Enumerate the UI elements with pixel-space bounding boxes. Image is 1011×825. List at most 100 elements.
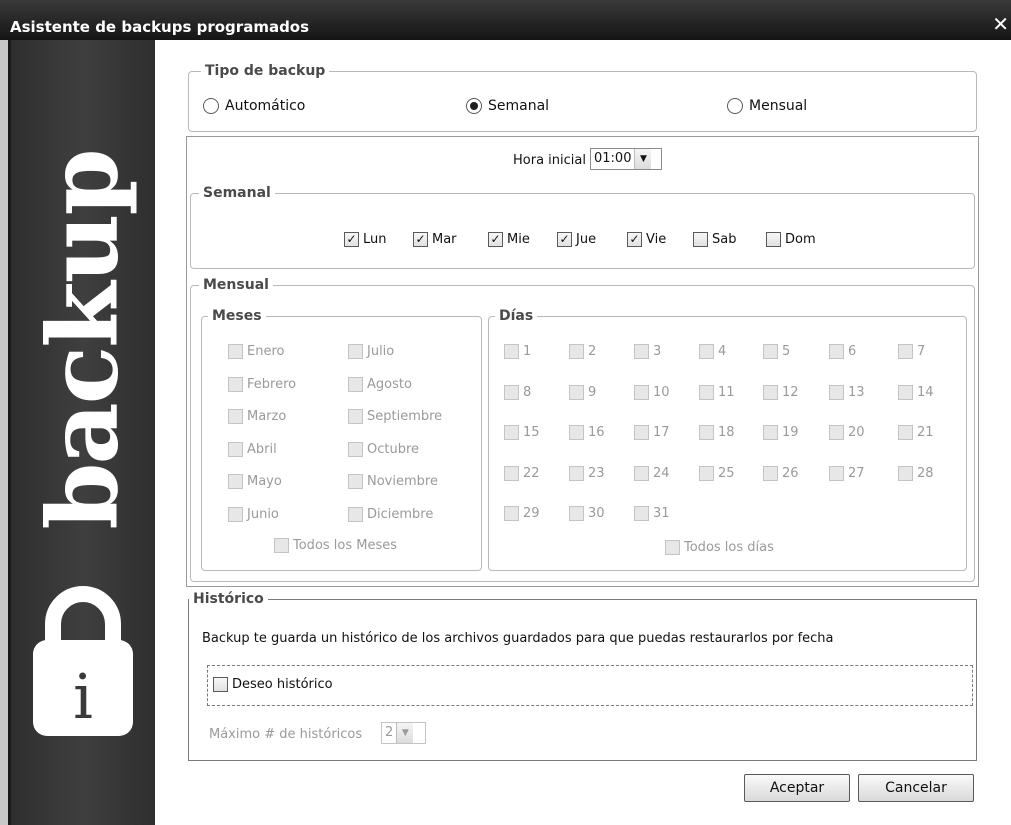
radio-semanal[interactable]: Semanal [466, 98, 549, 114]
dia-checkbox-9[interactable]: 9 [569, 384, 596, 400]
hora-inicial-select[interactable]: 01:00 ▼ [590, 148, 662, 170]
dia-checkbox-1[interactable]: 1 [504, 344, 531, 359]
dia-checkbox-7[interactable]: 7 [898, 344, 925, 359]
checkbox-box [829, 465, 844, 481]
checkbox-box [763, 344, 778, 359]
mes-checkbox-noviembre[interactable]: Noviembre [348, 474, 438, 489]
mes-checkbox-junio[interactable]: Junio [228, 506, 279, 522]
checkbox-box [763, 465, 778, 481]
mes-checkbox-abril-label: Abril [247, 441, 277, 457]
dia-checkbox-30[interactable]: 30 [569, 506, 605, 521]
day-checkbox-dom[interactable]: Dom [766, 232, 816, 247]
dia-checkbox-12[interactable]: 12 [763, 384, 799, 400]
day-checkbox-lun[interactable]: ✓ Lun [344, 232, 387, 247]
day-checkbox-jue[interactable]: ✓ Jue [557, 232, 596, 247]
dia-checkbox-31[interactable]: 31 [634, 506, 670, 521]
mes-checkbox-julio[interactable]: Julio [348, 344, 394, 359]
radio-circle [203, 98, 219, 114]
dia-checkbox-24[interactable]: 24 [634, 465, 670, 481]
dia-checkbox-27[interactable]: 27 [829, 465, 865, 481]
day-checkbox-vie[interactable]: ✓ Vie [627, 232, 666, 247]
maximo-historicos-select[interactable]: 2 ▼ [381, 722, 426, 744]
radio-automtico[interactable]: Automático [203, 98, 305, 114]
day-checkbox-vie-label: Vie [646, 232, 667, 247]
mes-checkbox-septiembre[interactable]: Septiembre [348, 409, 442, 424]
checkbox-box [766, 232, 781, 247]
dia-checkbox-26[interactable]: 26 [763, 465, 799, 481]
mes-checkbox-septiembre-label: Septiembre [367, 409, 443, 424]
mes-checkbox-enero[interactable]: Enero [228, 344, 284, 359]
dia-checkbox-18[interactable]: 18 [699, 425, 735, 440]
dia-checkbox-14[interactable]: 14 [898, 384, 934, 400]
dia-checkbox-10[interactable]: 10 [634, 384, 670, 400]
dia-checkbox-17[interactable]: 17 [634, 425, 670, 440]
dias-legend: Días [495, 308, 538, 324]
dia-checkbox-26-label: 26 [782, 465, 799, 481]
checkbox-box [699, 344, 714, 359]
mes-checkbox-marzo[interactable]: Marzo [228, 409, 286, 424]
mes-checkbox-mayo[interactable]: Mayo [228, 474, 282, 489]
dia-checkbox-3-label: 3 [653, 344, 662, 359]
day-checkbox-jue-label: Jue [576, 232, 597, 247]
dia-checkbox-10-label: 10 [653, 384, 670, 400]
dia-checkbox-13[interactable]: 13 [829, 384, 865, 400]
dia-checkbox-16[interactable]: 16 [569, 425, 605, 440]
mensual-legend: Mensual [199, 277, 273, 293]
aceptar-button[interactable]: Aceptar [744, 774, 850, 802]
dia-checkbox-5[interactable]: 5 [763, 344, 790, 359]
dia-checkbox-28[interactable]: 28 [898, 465, 934, 481]
day-checkbox-mar[interactable]: ✓ Mar [413, 232, 457, 247]
mes-checkbox-abril[interactable]: Abril [228, 441, 277, 457]
maximo-historicos-label: Máximo # de históricos [209, 727, 363, 742]
dia-checkbox-21[interactable]: 21 [898, 425, 934, 440]
dia-checkbox-23[interactable]: 23 [569, 465, 605, 481]
mes-checkbox-octubre[interactable]: Octubre [348, 441, 419, 457]
dia-checkbox-25[interactable]: 25 [699, 465, 735, 481]
todos-dias-checkbox[interactable]: Todos los días [665, 540, 774, 555]
dia-checkbox-11[interactable]: 11 [699, 384, 735, 400]
tipo-backup-legend: Tipo de backup [201, 63, 330, 79]
checkbox-box [569, 465, 584, 481]
mes-checkbox-enero-label: Enero [247, 344, 285, 359]
dia-checkbox-2[interactable]: 2 [569, 344, 596, 359]
dia-checkbox-6[interactable]: 6 [829, 344, 856, 359]
semanal-group: Semanal [190, 185, 975, 269]
dia-checkbox-19[interactable]: 19 [763, 425, 799, 440]
day-checkbox-sab[interactable]: Sab [693, 232, 736, 247]
dia-checkbox-28-label: 28 [917, 465, 934, 481]
deseo-historico-checkbox[interactable]: Deseo histórico [213, 677, 333, 692]
close-icon[interactable]: ✕ [992, 14, 1009, 34]
dia-checkbox-16-label: 16 [588, 425, 605, 440]
dia-checkbox-22[interactable]: 22 [504, 465, 540, 481]
checkbox-box [634, 344, 649, 359]
checkbox-box [504, 506, 519, 521]
dia-checkbox-29-label: 29 [523, 506, 540, 521]
dia-checkbox-3[interactable]: 3 [634, 344, 661, 359]
dia-checkbox-23-label: 23 [588, 465, 605, 481]
dia-checkbox-24-label: 24 [653, 465, 670, 481]
dia-checkbox-4-label: 4 [718, 344, 727, 359]
dia-checkbox-15[interactable]: 15 [504, 425, 540, 440]
todos-meses-checkbox[interactable]: Todos los Meses [274, 538, 397, 553]
dia-checkbox-15-label: 15 [523, 425, 540, 440]
dia-checkbox-29[interactable]: 29 [504, 506, 540, 521]
cancelar-button[interactable]: Cancelar [858, 774, 974, 802]
checkbox-box: ✓ [557, 232, 572, 247]
checkbox-box [665, 540, 680, 555]
checkbox-box: ✓ [344, 232, 359, 247]
day-checkbox-mie[interactable]: ✓ Mie [488, 232, 530, 247]
mes-checkbox-febrero[interactable]: Febrero [228, 376, 296, 392]
mes-checkbox-diciembre[interactable]: Diciembre [348, 506, 433, 522]
checkbox-box [228, 441, 243, 457]
checkbox-box [228, 376, 243, 392]
dia-checkbox-4[interactable]: 4 [699, 344, 726, 359]
dia-checkbox-2-label: 2 [588, 344, 597, 359]
checkbox-box [348, 441, 363, 457]
radio-label: Mensual [749, 98, 808, 114]
todos-dias-label: Todos los días [684, 540, 774, 555]
radio-mensual[interactable]: Mensual [727, 98, 807, 114]
mes-checkbox-agosto[interactable]: Agosto [348, 376, 412, 392]
dia-checkbox-20[interactable]: 20 [829, 425, 865, 440]
dia-checkbox-8[interactable]: 8 [504, 384, 531, 400]
day-checkbox-sab-label: Sab [712, 232, 737, 247]
